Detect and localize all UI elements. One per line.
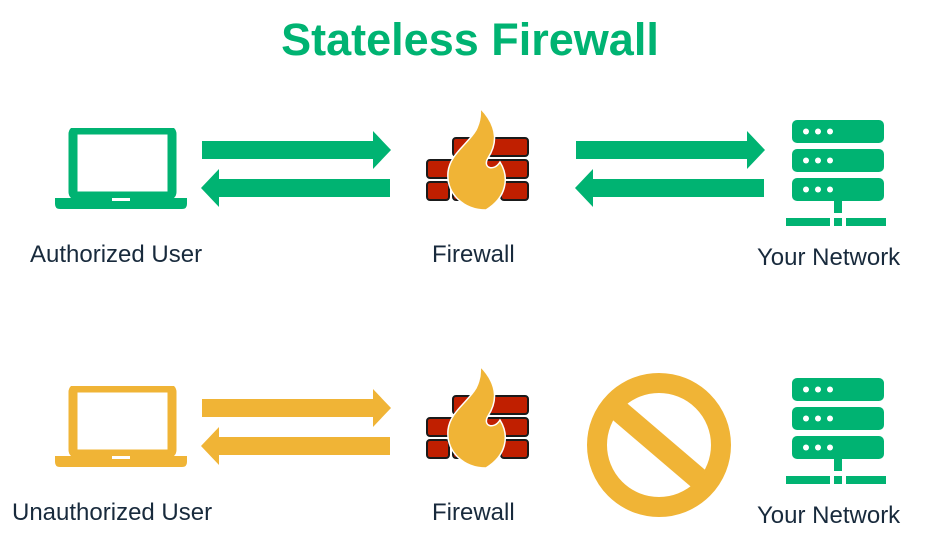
diagram-title: Stateless Firewall — [281, 14, 659, 65]
authorized-user-label: Authorized User — [30, 241, 203, 268]
firewall-icon — [424, 364, 532, 468]
firewall-label: Firewall — [432, 241, 515, 268]
laptop-icon — [54, 128, 188, 210]
bidirectional-arrows-blocked — [200, 389, 392, 465]
arrow-right-icon — [202, 389, 391, 427]
server-network-icon — [786, 378, 886, 486]
arrow-right-icon — [202, 131, 391, 169]
arrow-left-icon — [575, 169, 764, 207]
arrow-left-icon — [201, 169, 390, 207]
bidirectional-arrows-allowed — [574, 131, 766, 207]
server-network-icon — [786, 120, 886, 228]
bidirectional-arrows-allowed — [200, 131, 392, 207]
unauthorized-user-label: Unauthorized User — [12, 499, 213, 526]
laptop-icon — [54, 386, 188, 468]
your-network-label: Your Network — [757, 502, 901, 529]
your-network-label: Your Network — [757, 244, 901, 271]
firewall-icon — [424, 106, 532, 210]
arrow-right-icon — [576, 131, 765, 169]
firewall-label: Firewall — [432, 499, 515, 526]
prohibited-icon — [586, 372, 732, 518]
arrow-left-icon — [201, 427, 390, 465]
